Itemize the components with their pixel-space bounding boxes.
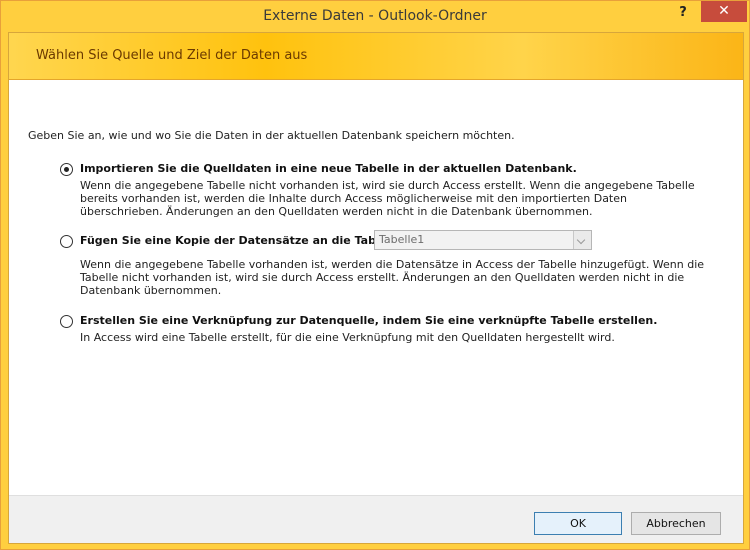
radio-link-table[interactable] xyxy=(60,315,73,328)
instruction-text: Geben Sie an, wie und wo Sie die Daten i… xyxy=(28,129,515,142)
option-description: Wenn die angegebene Tabelle vorhanden is… xyxy=(80,258,705,297)
window-title: Externe Daten - Outlook-Ordner xyxy=(263,8,487,24)
close-icon: ✕ xyxy=(718,3,730,19)
option-description: In Access wird eine Tabelle erstellt, fü… xyxy=(80,331,615,344)
radio-append-to-table[interactable] xyxy=(60,235,73,248)
cancel-button[interactable]: Abbrechen xyxy=(631,512,721,535)
radio-import-new-table[interactable] xyxy=(60,163,73,176)
banner-title: Wählen Sie Quelle und Ziel der Daten aus xyxy=(36,48,308,63)
option-description: Wenn die angegebene Tabelle nicht vorhan… xyxy=(80,179,695,218)
chevron-down-icon[interactable] xyxy=(573,231,591,249)
ok-button[interactable]: OK xyxy=(534,512,622,535)
close-button[interactable]: ✕ xyxy=(701,1,747,22)
option-label[interactable]: Fügen Sie eine Kopie der Datensätze an d… xyxy=(80,234,422,247)
table-select[interactable]: Tabelle1 xyxy=(374,230,592,250)
option-label[interactable]: Importieren Sie die Quelldaten in eine n… xyxy=(80,162,577,175)
header-banner: Wählen Sie Quelle und Ziel der Daten aus xyxy=(9,33,743,80)
button-bar: OK Abbrechen xyxy=(9,496,743,543)
dialog-content: Wählen Sie Quelle und Ziel der Daten aus… xyxy=(8,32,744,544)
title-bar[interactable]: Externe Daten - Outlook-Ordner ? ✕ xyxy=(1,1,749,32)
dialog-window: Externe Daten - Outlook-Ordner ? ✕ Wähle… xyxy=(0,0,750,550)
option-label[interactable]: Erstellen Sie eine Verknüpfung zur Daten… xyxy=(80,314,657,327)
help-button[interactable]: ? xyxy=(669,3,697,23)
table-select-value: Tabelle1 xyxy=(379,233,425,246)
